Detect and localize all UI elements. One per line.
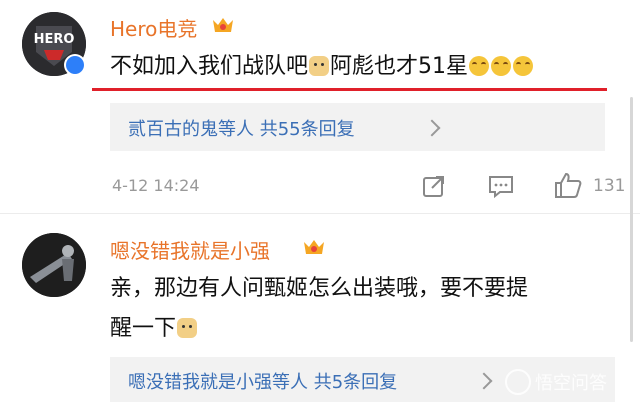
vip-crown-icon (213, 18, 233, 32)
doge-emoji-icon (309, 56, 330, 76)
username[interactable]: 嗯没错我就是小强 (110, 235, 270, 264)
reply-summary-box[interactable]: 贰百古的鬼等人 共55条回复 (110, 103, 605, 151)
like-count: 131 (593, 176, 626, 196)
divider (0, 213, 640, 214)
avatar-label: HERO (34, 32, 75, 47)
username[interactable]: Hero电竞 (110, 13, 197, 42)
share-icon[interactable] (421, 173, 447, 199)
like-icon[interactable] (553, 171, 583, 199)
reply-summary-text[interactable]: 贰百古的鬼等人 共55条回复 (128, 115, 355, 141)
comment-text-part1: 不如加入我们战队吧 (110, 54, 309, 79)
verified-icon (64, 54, 86, 76)
avatar[interactable] (22, 233, 86, 297)
laugh-emoji-icon (491, 56, 512, 76)
comment-text-line1: 亲，那边有人问甄姬怎么出装哦，要不要提 (110, 276, 529, 301)
vip-crown-icon (304, 240, 324, 254)
comment-text-part2: 阿彪也才51星 (330, 54, 469, 79)
laugh-emoji-icon (469, 56, 490, 76)
chevron-right-icon (423, 119, 441, 137)
reply-summary-text[interactable]: 嗯没错我就是小强等人 共5条回复 (128, 368, 397, 394)
comment-icon[interactable] (487, 173, 515, 199)
comment-text: 不如加入我们战队吧 阿彪也才51星 (110, 48, 534, 80)
laugh-emoji-icon (513, 56, 534, 76)
avatar-image (22, 233, 86, 297)
wukong-logo-icon (505, 369, 531, 395)
chevron-right-icon (475, 372, 493, 390)
watermark: 悟空问答 (505, 369, 607, 395)
comment-text-line2: 醒一下 (110, 316, 177, 341)
scrollbar[interactable] (630, 97, 633, 342)
timestamp: 4-12 14:24 (112, 176, 200, 195)
comment-text-line2-wrap: 醒一下 (110, 310, 198, 342)
doge-emoji-icon (177, 318, 198, 338)
highlight-underline (92, 88, 607, 91)
watermark-text: 悟空问答 (535, 373, 607, 394)
